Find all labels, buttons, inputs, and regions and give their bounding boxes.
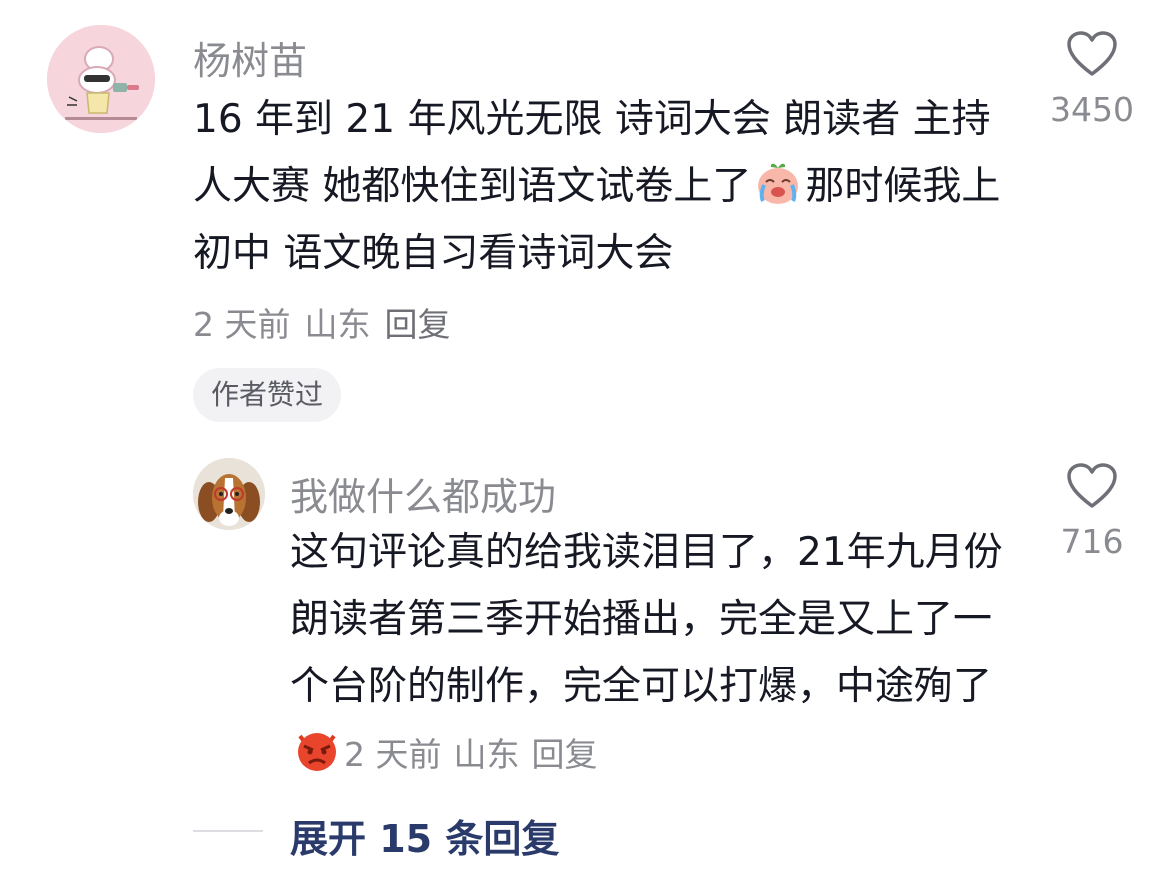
reply-author[interactable]: 我做什么都成功: [290, 466, 556, 521]
reply-button[interactable]: 回复: [385, 305, 451, 344]
heart-icon[interactable]: [1066, 462, 1118, 510]
reply-text-body: 这句评论真的给我读泪目了，21年九月份朗读者第三季开始播出，完全是又上了一个台阶…: [290, 530, 1003, 709]
reply-like-button[interactable]: 716: [1037, 462, 1147, 561]
comment-meta: 2 天前 山东 回复: [193, 298, 465, 346]
reply-like-count: 716: [1060, 522, 1124, 561]
comment-location: 山东: [304, 305, 371, 344]
comment-time: 2 天前: [193, 305, 291, 344]
divider: [193, 830, 263, 832]
reply-location: 山东: [453, 735, 520, 774]
heart-icon[interactable]: [1066, 30, 1118, 78]
expand-replies-button[interactable]: 展开 15 条回复: [290, 808, 559, 863]
like-button[interactable]: 3450: [1037, 30, 1147, 129]
angry-face-icon: [292, 724, 342, 774]
reply-meta: 2 天前 山东 回复: [344, 735, 610, 774]
comment-author[interactable]: 杨树苗: [193, 30, 307, 85]
avatar[interactable]: [47, 25, 155, 133]
crying-face-icon: [753, 157, 803, 207]
comment-text: 16 年到 21 年风光无限 诗词大会 朗读者 主持人大赛 她都快住到语文试卷上…: [193, 86, 1023, 287]
reply-avatar[interactable]: [193, 458, 265, 530]
reply-reply-button[interactable]: 回复: [532, 735, 598, 774]
like-count: 3450: [1050, 90, 1134, 129]
reply-time: 2 天前: [344, 735, 442, 774]
author-liked-badge: 作者赞过: [193, 368, 342, 422]
reply-text: 这句评论真的给我读泪目了，21年九月份朗读者第三季开始播出，完全是又上了一个台阶…: [290, 519, 1010, 788]
